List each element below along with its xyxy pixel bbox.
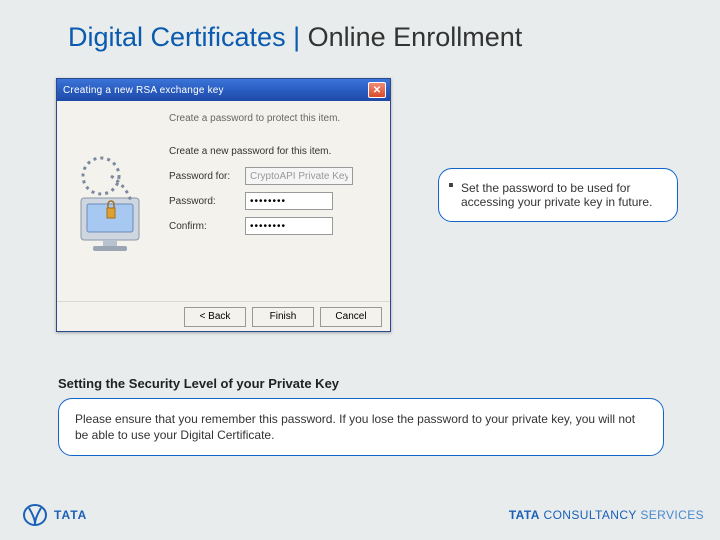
rsa-key-dialog: Creating a new RSA exchange key ✕ Create… bbox=[56, 78, 391, 332]
tcs-bold: TATA bbox=[509, 508, 540, 522]
title-separator: | bbox=[293, 22, 300, 52]
warning-text: Please ensure that you remember this pas… bbox=[75, 412, 635, 442]
password-field[interactable] bbox=[245, 192, 333, 210]
title-rest: Online Enrollment bbox=[308, 22, 523, 52]
label-password-for: Password for: bbox=[169, 171, 245, 182]
tata-mark-icon bbox=[22, 504, 48, 526]
security-icon bbox=[57, 101, 165, 301]
close-icon[interactable]: ✕ bbox=[368, 82, 386, 98]
warning-callout: Please ensure that you remember this pas… bbox=[58, 398, 664, 456]
tcs-mid: CONSULTANCY bbox=[540, 508, 641, 522]
back-button[interactable]: < Back bbox=[184, 307, 246, 327]
title-blue: Digital Certificates bbox=[68, 22, 286, 52]
label-confirm: Confirm: bbox=[169, 221, 245, 232]
instruction-text: Set the password to be used for accessin… bbox=[461, 181, 652, 209]
confirm-field[interactable] bbox=[245, 217, 333, 235]
section-subheading: Setting the Security Level of your Priva… bbox=[58, 376, 339, 391]
cancel-button[interactable]: Cancel bbox=[320, 307, 382, 327]
password-for-field[interactable] bbox=[245, 167, 353, 185]
tata-logo-text: TATA bbox=[54, 508, 87, 522]
instruction-callout: Set the password to be used for accessin… bbox=[438, 168, 678, 222]
dialog-button-row: < Back Finish Cancel bbox=[57, 301, 390, 331]
dialog-title: Creating a new RSA exchange key bbox=[61, 85, 368, 96]
tcs-light: SERVICES bbox=[640, 508, 704, 522]
dialog-titlebar: Creating a new RSA exchange key ✕ bbox=[57, 79, 390, 101]
label-password: Password: bbox=[169, 196, 245, 207]
page-title: Digital Certificates | Online Enrollment bbox=[68, 22, 522, 53]
tcs-logo: TATA CONSULTANCY SERVICES bbox=[509, 508, 704, 522]
dialog-form: Create a password to protect this item. … bbox=[165, 101, 390, 301]
footer: TATA TATA CONSULTANCY SERVICES bbox=[22, 504, 704, 526]
dialog-intro: Create a password to protect this item. bbox=[169, 113, 376, 124]
tata-logo: TATA bbox=[22, 504, 87, 526]
finish-button[interactable]: Finish bbox=[252, 307, 314, 327]
dialog-subintro: Create a new password for this item. bbox=[169, 146, 376, 157]
bullet-icon bbox=[449, 183, 453, 187]
